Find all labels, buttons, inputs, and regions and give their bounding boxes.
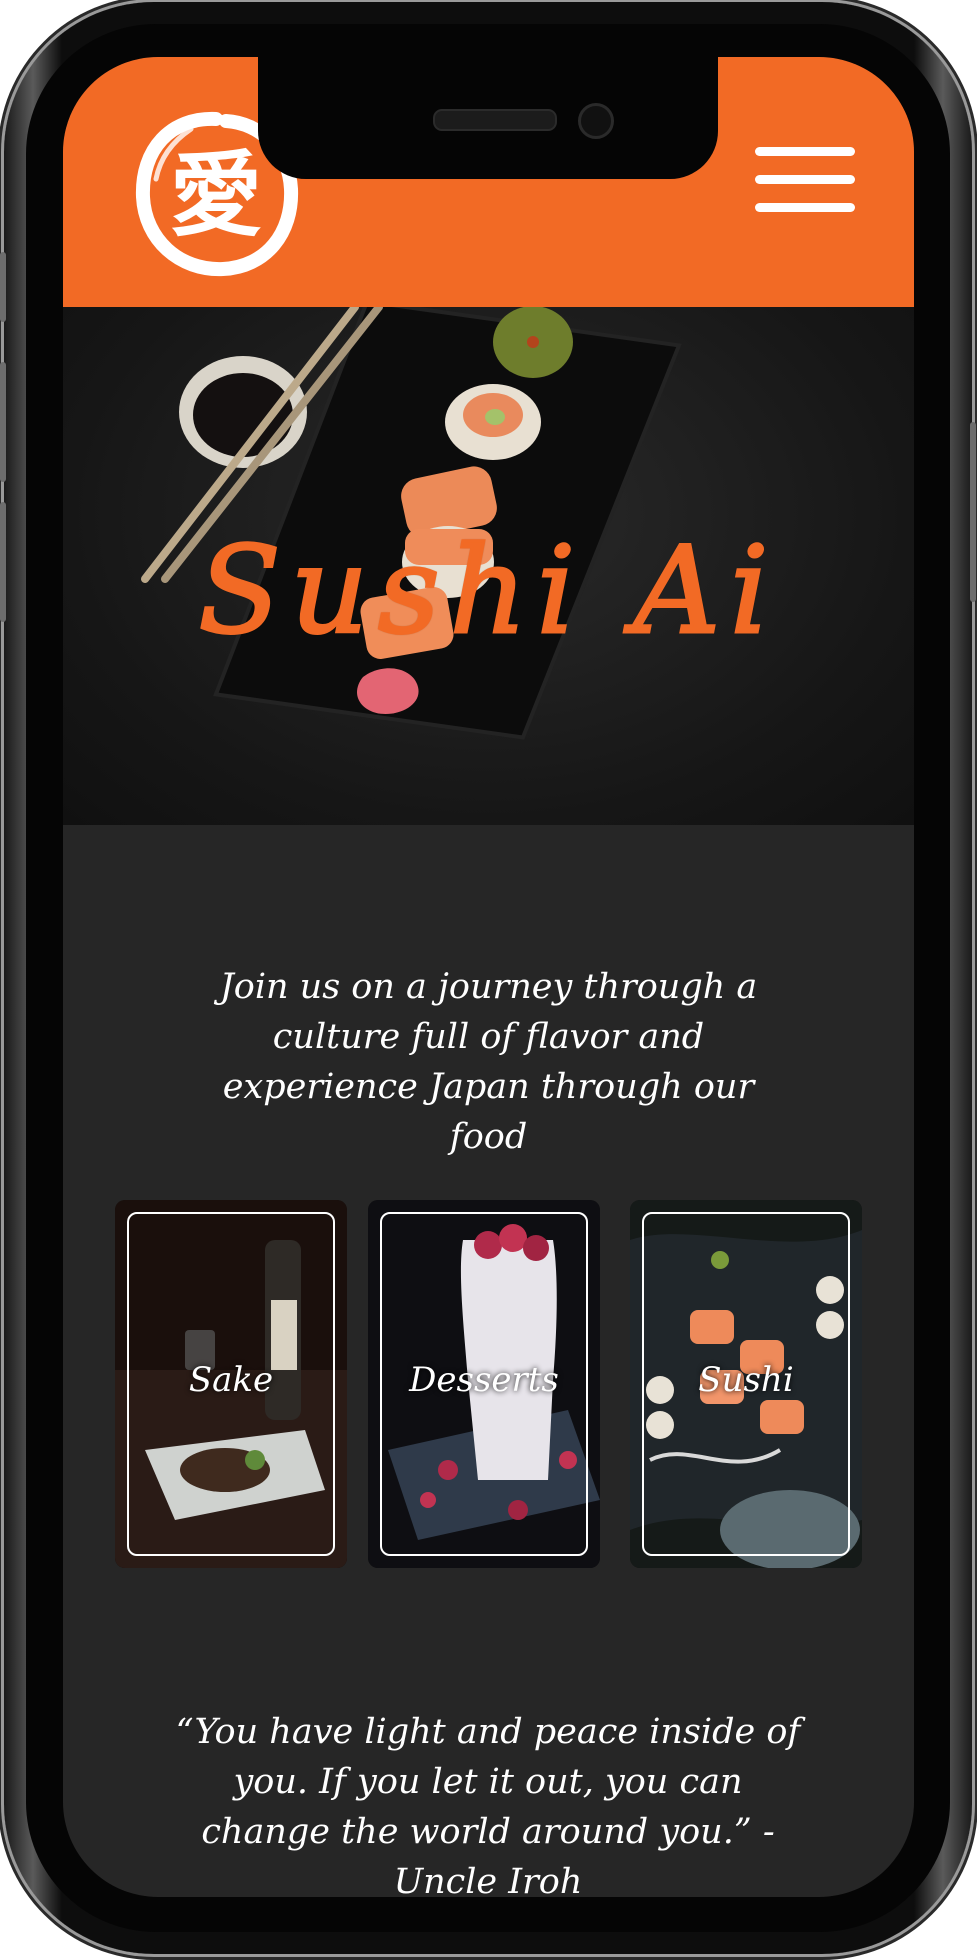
quote-text: “You have light and peace inside of you.…	[175, 1712, 801, 1897]
intro-tagline: Join us on a journey through a culture f…	[219, 967, 758, 1157]
power-button	[970, 422, 976, 602]
menu-bar-icon	[755, 175, 855, 184]
card-desserts[interactable]: Desserts	[368, 1200, 600, 1568]
mute-switch	[0, 252, 6, 322]
phone-notch	[258, 57, 718, 179]
phone-screen: 愛 Sushi Ai Join us on a journey through …	[63, 57, 914, 1897]
speaker-grille	[433, 109, 557, 131]
front-camera	[578, 103, 614, 139]
volume-up-button	[0, 362, 6, 482]
category-cards: Sake Desserts Sushi	[115, 1200, 865, 1570]
menu-bar-icon	[755, 147, 855, 156]
volume-down-button	[0, 502, 6, 622]
card-label-desserts: Desserts	[409, 1360, 559, 1400]
menu-bar-icon	[755, 203, 855, 212]
svg-text:愛: 愛	[170, 142, 262, 249]
card-label-sushi: Sushi	[698, 1360, 794, 1400]
card-label-sake: Sake	[188, 1360, 274, 1400]
menu-button[interactable]	[755, 145, 855, 215]
card-sake[interactable]: Sake	[115, 1200, 347, 1568]
hero-title: Sushi Ai	[197, 521, 779, 663]
card-sushi[interactable]: Sushi	[630, 1200, 862, 1568]
hero-banner: Sushi Ai	[63, 307, 914, 825]
